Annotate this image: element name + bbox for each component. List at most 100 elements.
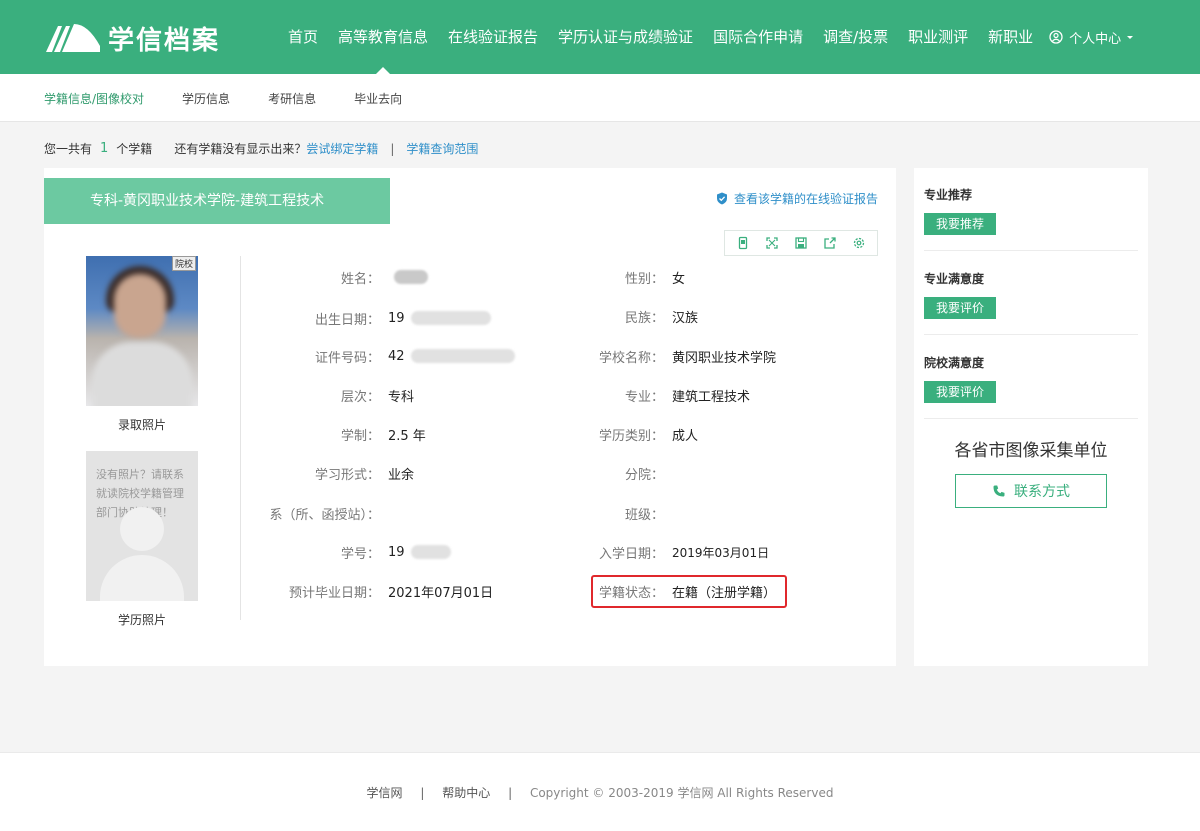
gender-value: 女	[672, 271, 686, 287]
field-major: 专业： 建筑工程技术	[544, 385, 750, 405]
caret-down-icon	[1127, 36, 1134, 39]
field-ethnicity: 民族： 汉族	[544, 306, 698, 326]
mode-label: 学习形式：	[314, 467, 380, 483]
school-label: 学校名称：	[598, 350, 664, 366]
field-id-number: 证件号码： 42	[244, 346, 515, 366]
top-header: 学信档案 首页 高等教育信息 在线验证报告 学历认证与成绩验证 国际合作申请 调…	[0, 0, 1200, 74]
dept-label: 系（所、函授站）：	[269, 507, 380, 523]
field-name: 姓名：	[244, 267, 428, 287]
contact-label: 联系方式	[1014, 484, 1070, 500]
field-gender: 性别： 女	[544, 267, 685, 287]
column-divider	[240, 256, 241, 620]
ethnicity-value: 汉族	[672, 310, 699, 326]
share-icon[interactable]	[820, 233, 840, 253]
major-rate-button[interactable]: 我要评价	[924, 297, 997, 319]
logo-text: 学信档案	[108, 25, 221, 56]
school-rate-button[interactable]: 我要评价	[924, 381, 997, 403]
nav-career-test[interactable]: 职业测评	[898, 0, 978, 74]
degree-photo-placeholder: 没有照片？请联系就读院校学籍管理部门协助处理！	[86, 451, 198, 601]
admission-photo-caption: 录取照片	[117, 418, 166, 432]
admission-photo: 院校	[86, 256, 198, 406]
footer-site-link[interactable]: 学信网	[367, 786, 403, 800]
side-divider	[924, 334, 1138, 335]
user-center-label: 个人中心	[1069, 31, 1122, 47]
footer-copyright: Copyright © 2003-2019 学信网 All Rights Res…	[529, 786, 834, 800]
gear-icon[interactable]	[849, 233, 869, 253]
field-study-mode: 学习形式： 业余	[244, 463, 414, 483]
enrollment-tab[interactable]: 专科-黄冈职业技术学院-建筑工程技术	[44, 178, 390, 224]
logo-mark-icon	[44, 20, 102, 56]
major-recommend-title: 专业推荐	[924, 188, 973, 202]
main-nav: 首页 高等教育信息 在线验证报告 学历认证与成绩验证 国际合作申请 调查/投票 …	[278, 0, 1141, 74]
image-collection-heading: 各省市图像采集单位	[954, 441, 1108, 461]
side-divider	[924, 250, 1138, 251]
footer-separator: |	[420, 786, 425, 800]
field-level: 层次： 专科	[244, 385, 414, 405]
duration-label: 学制：	[340, 428, 380, 444]
summary-separator: |	[390, 141, 395, 156]
subnav-graduation-destination[interactable]: 毕业去向	[354, 90, 402, 107]
field-birth-date: 出生日期： 19	[244, 308, 491, 328]
fullscreen-icon[interactable]	[762, 233, 782, 253]
mobile-icon[interactable]	[733, 233, 753, 253]
nav-international[interactable]: 国际合作申请	[703, 0, 813, 74]
gender-label: 性别：	[624, 271, 664, 287]
bind-enrollment-link[interactable]: 尝试绑定学籍	[306, 140, 378, 157]
nav-home[interactable]: 首页	[278, 0, 328, 74]
site-logo[interactable]: 学信档案	[44, 18, 220, 58]
grad-label: 预计毕业日期：	[288, 585, 380, 601]
subnav-degree-info[interactable]: 学历信息	[182, 90, 230, 107]
field-expected-graduation: 预计毕业日期： 2021年07月01日	[244, 581, 493, 601]
card-toolbar	[724, 230, 878, 256]
footer-help-link[interactable]: 帮助中心	[442, 786, 490, 800]
save-icon[interactable]	[791, 233, 811, 253]
major-recommend-block: 专业推荐 我要推荐	[924, 186, 1138, 235]
enrollment-count: 1	[100, 141, 109, 156]
birth-value-masked	[410, 311, 491, 325]
nav-degree-certification[interactable]: 学历认证与成绩验证	[548, 0, 703, 74]
enroll-label: 入学日期：	[598, 546, 664, 562]
summary-suffix: 个学籍	[116, 142, 153, 156]
level-value: 专科	[388, 389, 415, 405]
nav-higher-education[interactable]: 高等教育信息	[328, 0, 438, 74]
field-student-number: 学号： 19	[244, 542, 451, 562]
query-scope-link[interactable]: 学籍查询范围	[406, 140, 478, 157]
enrollment-card: 专科-黄冈职业技术学院-建筑工程技术 查看该学籍的在线验证报告 院校 录取照片 …	[44, 168, 896, 666]
field-duration: 学制： 2.5 年	[244, 424, 426, 444]
class-label: 班级：	[624, 507, 664, 523]
nav-survey[interactable]: 调查/投票	[813, 0, 898, 74]
side-panel: 专业推荐 我要推荐 专业满意度 我要评价 院校满意度 我要评价 各省市图像采集单…	[914, 168, 1148, 666]
sub-nav: 学籍信息/图像校对 学历信息 考研信息 毕业去向	[0, 74, 1200, 122]
field-school: 学校名称： 黄冈职业技术学院	[544, 346, 776, 366]
field-degree-category: 学历类别： 成人	[544, 424, 698, 444]
user-center-menu[interactable]: 个人中心	[1043, 28, 1141, 47]
verify-report-label: 查看该学籍的在线验证报告	[733, 192, 878, 206]
major-value: 建筑工程技术	[672, 389, 751, 405]
summary-prefix: 您一共有	[44, 142, 93, 156]
photo-column: 院校 录取照片 没有照片？请联系就读院校学籍管理部门协助处理！ 学历照片	[86, 256, 198, 628]
phone-icon	[993, 485, 1005, 497]
id-label: 证件号码：	[314, 350, 380, 366]
grad-value: 2021年07月01日	[388, 585, 494, 601]
field-enrollment-date: 入学日期： 2019年03月01日	[544, 542, 769, 562]
user-circle-icon	[1049, 30, 1063, 44]
verify-report-link[interactable]: 查看该学籍的在线验证报告	[716, 190, 878, 207]
field-class: 班级：	[544, 503, 664, 523]
school-value: 黄冈职业技术学院	[672, 350, 777, 366]
student-no-prefix: 19	[388, 544, 405, 560]
id-value-prefix: 42	[388, 348, 405, 364]
major-label: 专业：	[624, 389, 664, 405]
side-divider	[924, 418, 1138, 419]
nav-new-career[interactable]: 新职业	[978, 0, 1043, 74]
summary-hint: 还有学籍没有显示出来？	[174, 142, 307, 156]
recommend-button[interactable]: 我要推荐	[924, 213, 997, 235]
birth-value-prefix: 19	[388, 310, 405, 326]
birth-label: 出生日期：	[314, 312, 380, 328]
footer-separator: |	[508, 786, 513, 800]
contact-button[interactable]: 联系方式	[955, 474, 1107, 508]
level-label: 层次：	[340, 389, 380, 405]
subnav-enrollment-photo[interactable]: 学籍信息/图像校对	[44, 90, 144, 107]
mode-value: 业余	[388, 467, 415, 483]
subnav-postgrad-info[interactable]: 考研信息	[268, 90, 316, 107]
nav-online-verification[interactable]: 在线验证报告	[438, 0, 548, 74]
